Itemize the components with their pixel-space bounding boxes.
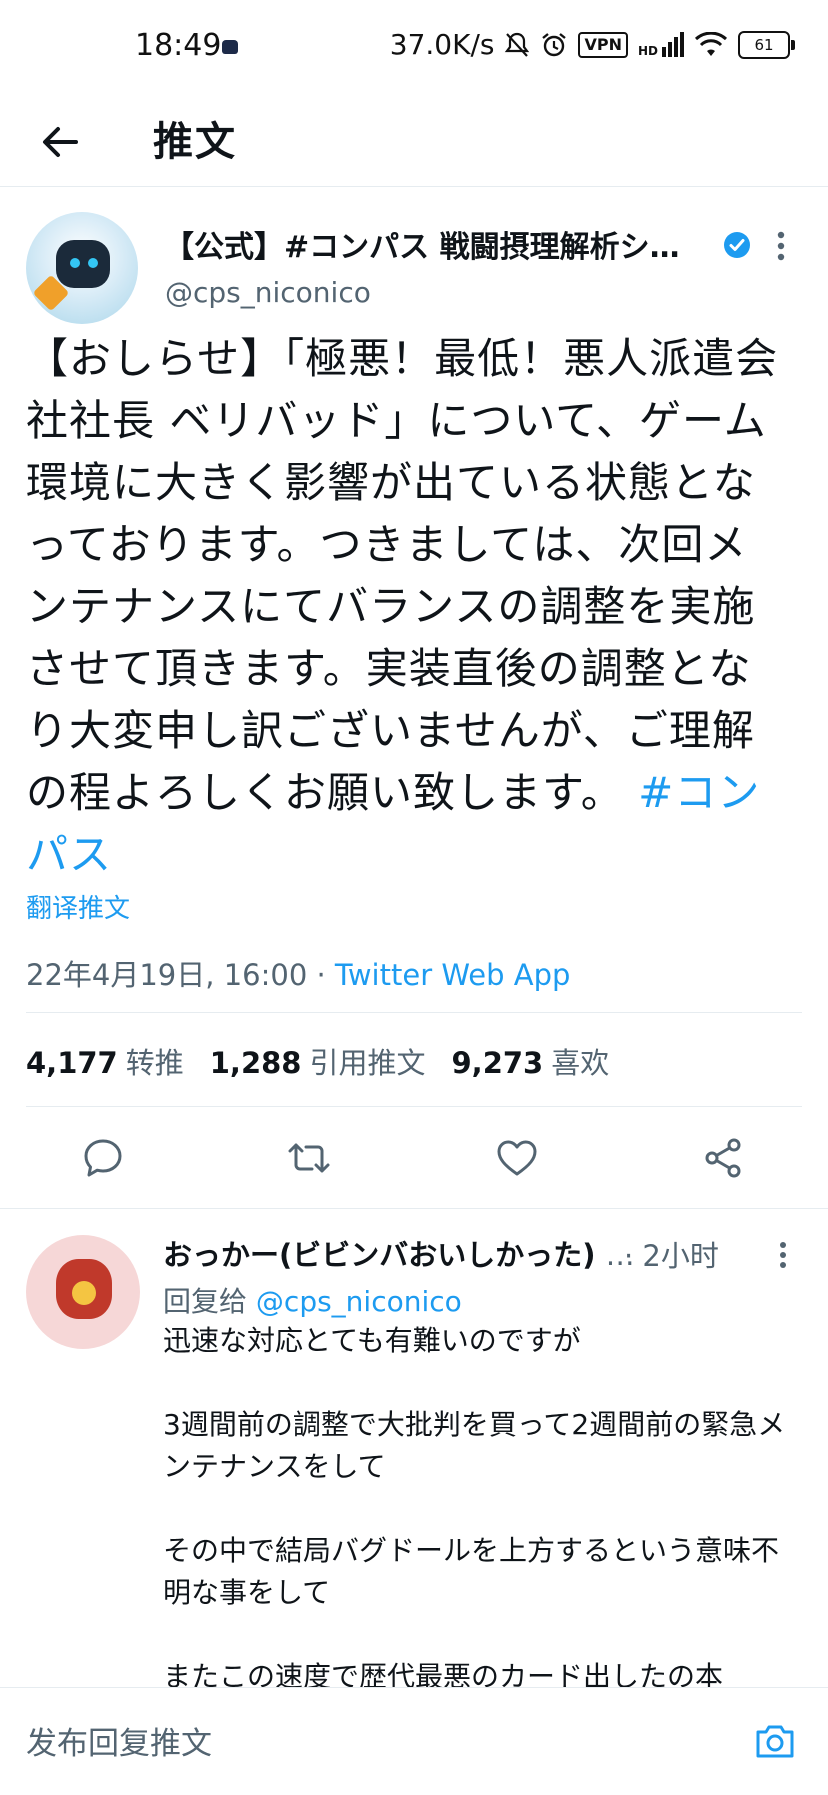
- back-arrow-icon[interactable]: [36, 118, 84, 166]
- author-handle[interactable]: @cps_niconico: [165, 276, 371, 309]
- like-heart-icon[interactable]: [494, 1135, 540, 1181]
- tweet-meta: 22年4月19日, 16:00 · Twitter Web App: [26, 952, 570, 994]
- retweet-count: 4,177: [26, 1046, 118, 1080]
- tweet-actions: [0, 1135, 828, 1187]
- author-name[interactable]: 【公式】#コンパス 戦闘摂理解析シ…: [164, 222, 680, 266]
- tweet-timestamp: 22年4月19日, 16:00: [26, 958, 308, 992]
- page-title: 推文: [153, 119, 237, 165]
- divider: [0, 1208, 828, 1209]
- reply-icon[interactable]: [80, 1135, 126, 1181]
- battery-icon: 61: [738, 30, 795, 59]
- author-avatar[interactable]: [26, 212, 138, 324]
- tweet-stats: 4,177 转推 1,288 引用推文 9,273 喜欢: [26, 1040, 609, 1082]
- reply-to-handle[interactable]: @cps_niconico: [256, 1285, 462, 1318]
- tweet-source-link[interactable]: Twitter Web App: [335, 958, 571, 992]
- reply-author-avatar[interactable]: [26, 1235, 140, 1349]
- alarm-icon: [542, 32, 567, 56]
- quote-count-stat[interactable]: 1,288 引用推文: [210, 1040, 426, 1082]
- verified-badge-icon: [724, 232, 750, 258]
- mute-icon: [505, 32, 530, 57]
- network-type: HD: [637, 44, 658, 58]
- status-time: 18:49: [135, 28, 222, 63]
- like-count: 9,273: [451, 1046, 544, 1080]
- tweet-body: 【おしらせ】「極悪！最低！悪人派遣会社社長 ベリバッド」について、ゲーム環境に大…: [26, 334, 779, 817]
- retweet-icon[interactable]: [286, 1135, 332, 1181]
- reply-to-label: 回复给: [163, 1285, 248, 1318]
- reply-author-name-text: おっかー(ビビンバおいしかった): [163, 1238, 596, 1272]
- wifi-icon: [694, 31, 728, 56]
- reply-to-line: 回复给 @cps_niconico: [163, 1280, 462, 1320]
- divider: [26, 1012, 802, 1013]
- reply-time: · 2小时: [624, 1239, 719, 1273]
- share-icon[interactable]: [700, 1135, 746, 1181]
- reply-more-options-icon[interactable]: [778, 1240, 788, 1270]
- quote-label: 引用推文: [309, 1046, 426, 1080]
- network-speed: 37.0K/s: [389, 28, 495, 61]
- top-bar: 推文: [0, 96, 828, 187]
- tweet-text: 【おしらせ】「極悪！最低！悪人派遣会社社長 ベリバッド」について、ゲーム環境に大…: [26, 328, 786, 886]
- like-label: 喜欢: [551, 1046, 610, 1080]
- retweet-count-stat[interactable]: 4,177 转推: [26, 1040, 184, 1082]
- status-bar: 18:49 37.0K/s VPN HD 61: [0, 0, 828, 96]
- quote-count: 1,288: [209, 1046, 302, 1080]
- divider: [26, 1106, 802, 1107]
- like-count-stat[interactable]: 9,273 喜欢: [452, 1040, 610, 1082]
- status-icons: 37.0K/s VPN HD 61: [389, 28, 795, 61]
- reply-text: 迅速な対応とても有難いのですが 3週間前の調整で大批判を買って2週間前の緊急メン…: [163, 1324, 786, 1693]
- vpn-icon: VPN: [578, 31, 628, 58]
- more-options-icon[interactable]: [776, 230, 786, 262]
- retweet-label: 转推: [125, 1046, 184, 1080]
- reply-author-name[interactable]: おっかー(ビビンバおいしかった) …: [163, 1232, 635, 1274]
- translate-tweet-link[interactable]: 翻译推文: [26, 888, 130, 925]
- meta-separator: ·: [307, 958, 335, 992]
- signal-icon: HD: [638, 32, 684, 57]
- camera-icon[interactable]: [752, 1718, 798, 1764]
- notification-icon: [222, 40, 238, 54]
- reply-composer[interactable]: 发布回复推文: [0, 1687, 828, 1795]
- reply-input-placeholder[interactable]: 发布回复推文: [26, 1718, 212, 1763]
